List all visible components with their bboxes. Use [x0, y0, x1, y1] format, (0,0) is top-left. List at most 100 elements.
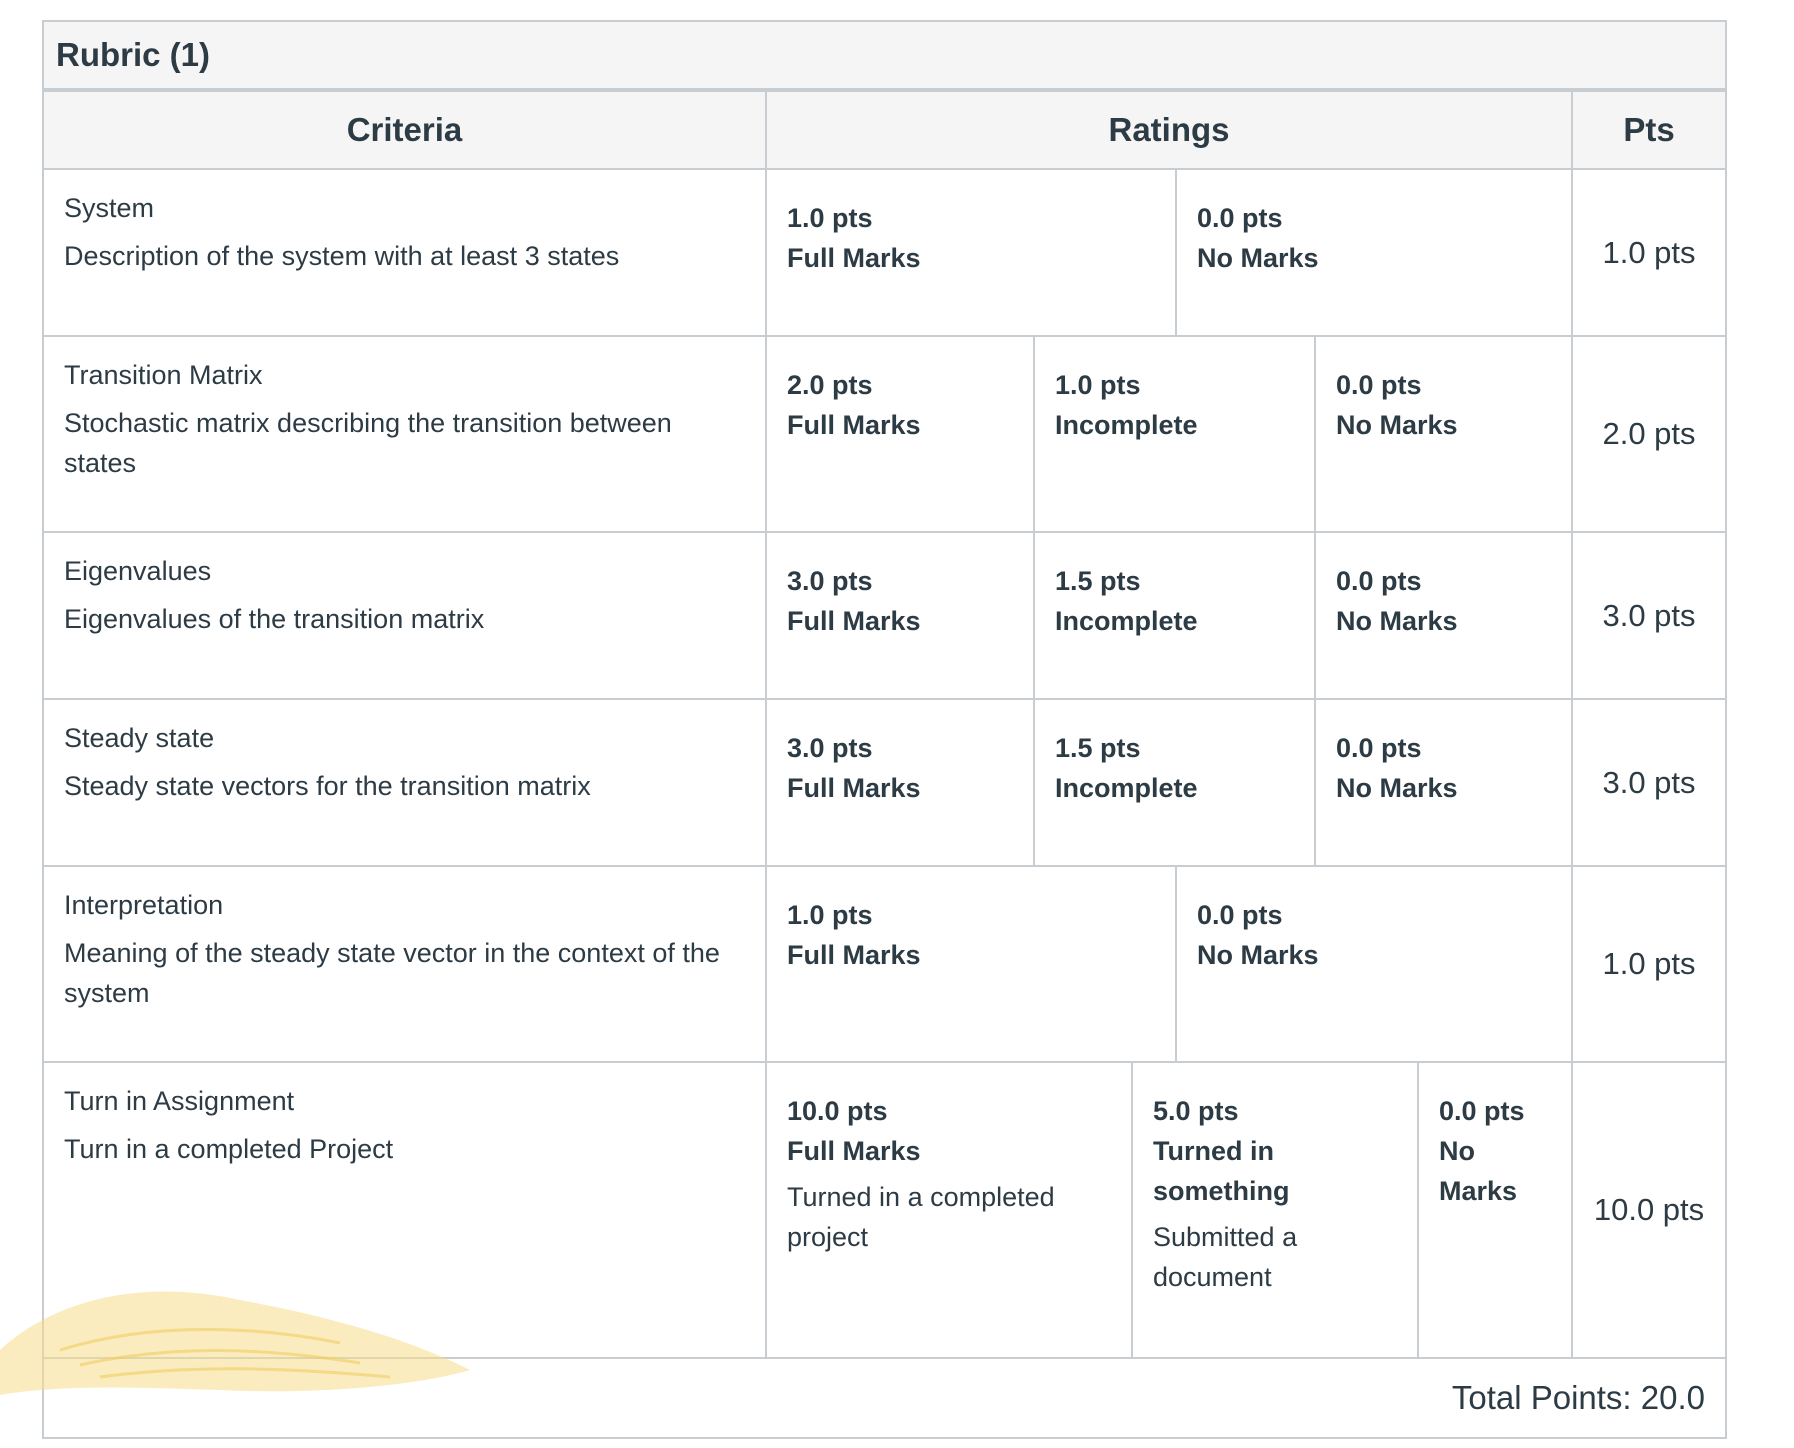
criterion-name: System — [64, 193, 155, 223]
ratings-group: 2.0 pts Full Marks 1.0 pts Incomplete 0.0 pt… — [767, 337, 1571, 531]
rating-option[interactable]: 5.0 pts Turned in something Submitted a do… — [1131, 1063, 1417, 1357]
criterion-row: Eigenvalues Eigenvalues of the transition… — [42, 531, 1727, 700]
criterion-description: Description of the system with at least … — [64, 241, 620, 271]
rating-option[interactable]: 1.5 pts Incomplete — [1033, 533, 1314, 698]
rating-label: No Marks — [1336, 606, 1458, 636]
rating-option[interactable]: 1.0 pts Full Marks — [767, 170, 1175, 335]
criterion-points: 3.0 pts — [1571, 531, 1727, 700]
criterion-cell: System Description of the system with at … — [42, 168, 767, 337]
rating-points: 0.0 pts — [1336, 733, 1422, 763]
criterion-description: Turn in a completed Project — [64, 1134, 394, 1164]
criterion-name: Transition Matrix — [64, 360, 263, 390]
rating-option[interactable]: 0.0 pts No Marks — [1314, 337, 1569, 531]
rating-points: 1.0 pts — [787, 203, 873, 233]
criterion-row: System Description of the system with at … — [42, 168, 1727, 337]
criterion-points: 2.0 pts — [1571, 335, 1727, 533]
rating-option[interactable]: 0.0 pts No Marks — [1314, 700, 1569, 865]
rating-label: Full Marks — [787, 410, 921, 440]
rating-label: No Marks — [1197, 243, 1319, 273]
pts-header: Pts — [1571, 90, 1727, 170]
criterion-points: 1.0 pts — [1571, 168, 1727, 337]
criterion-name: Steady state — [64, 723, 215, 753]
criterion-description: Stochastic matrix describing the transit… — [64, 408, 672, 478]
total-row: Total Points: 20.0 — [42, 1357, 1727, 1439]
criterion-cell: Interpretation Meaning of the steady stat… — [42, 865, 767, 1063]
rating-points: 1.5 pts — [1055, 566, 1141, 596]
rubric-title-bar: Rubric (1) — [42, 20, 1727, 90]
criterion-name: Eigenvalues — [64, 556, 212, 586]
rating-points: 0.0 pts — [1336, 370, 1422, 400]
rating-points: 0.0 pts — [1439, 1096, 1525, 1126]
criteria-header: Criteria — [42, 90, 767, 170]
ratings-cell: 1.0 pts Full Marks 0.0 pts No Marks — [765, 168, 1573, 337]
rating-label: Full Marks — [787, 773, 921, 803]
rating-label: No Marks — [1197, 940, 1319, 970]
ratings-group: 10.0 pts Full Marks Turned in a completed … — [767, 1063, 1571, 1357]
ratings-group: 1.0 pts Full Marks 0.0 pts No Marks — [767, 170, 1571, 335]
rating-option[interactable]: 2.0 pts Full Marks — [767, 337, 1033, 531]
rating-label: Full Marks — [787, 940, 921, 970]
rating-option[interactable]: 3.0 pts Full Marks — [767, 533, 1033, 698]
rating-points: 10.0 pts — [787, 1096, 888, 1126]
rating-option[interactable]: 0.0 pts No Marks — [1175, 170, 1569, 335]
criterion-points: 1.0 pts — [1571, 865, 1727, 1063]
rating-label: No Marks — [1439, 1136, 1518, 1206]
criterion-cell: Transition Matrix Stochastic matrix descr… — [42, 335, 767, 533]
ratings-header: Ratings — [765, 90, 1573, 170]
rating-option[interactable]: 0.0 pts No Marks — [1314, 533, 1569, 698]
rating-label: Incomplete — [1055, 410, 1198, 440]
rating-option[interactable]: 1.0 pts Full Marks — [767, 867, 1175, 1061]
rating-option[interactable]: 1.0 pts Incomplete — [1033, 337, 1314, 531]
rating-description: Turned in a completed project — [787, 1182, 1055, 1252]
rating-points: 0.0 pts — [1197, 203, 1283, 233]
rating-label: Full Marks — [787, 1136, 921, 1166]
rating-points: 3.0 pts — [787, 733, 873, 763]
ratings-group: 1.0 pts Full Marks 0.0 pts No Marks — [767, 867, 1571, 1061]
criterion-cell: Turn in Assignment Turn in a completed Pr… — [42, 1061, 767, 1359]
rating-label: No Marks — [1336, 410, 1458, 440]
criterion-description: Eigenvalues of the transition matrix — [64, 604, 485, 634]
rating-label: Full Marks — [787, 606, 921, 636]
rating-points: 0.0 pts — [1336, 566, 1422, 596]
rating-points: 5.0 pts — [1153, 1096, 1239, 1126]
rubric-table: Criteria Ratings Pts System Description o… — [42, 90, 1727, 1439]
rating-option[interactable]: 0.0 pts No Marks — [1175, 867, 1569, 1061]
rating-description: Submitted a document — [1153, 1222, 1298, 1292]
rating-points: 0.0 pts — [1197, 900, 1283, 930]
criterion-name: Interpretation — [64, 890, 224, 920]
ratings-cell: 3.0 pts Full Marks 1.5 pts Incomplete 0.0 pt… — [765, 698, 1573, 867]
rating-option[interactable]: 0.0 pts No Marks — [1417, 1063, 1569, 1357]
rubric-title: Rubric (1) — [56, 36, 211, 73]
total-points: Total Points: 20.0 — [42, 1357, 1727, 1439]
rating-option[interactable]: 3.0 pts Full Marks — [767, 700, 1033, 865]
ratings-cell: 2.0 pts Full Marks 1.0 pts Incomplete 0.0 pt… — [765, 335, 1573, 533]
ratings-cell: 10.0 pts Full Marks Turned in a completed … — [765, 1061, 1573, 1359]
rating-label: No Marks — [1336, 773, 1458, 803]
criterion-cell: Steady state Steady state vectors for the… — [42, 698, 767, 867]
rating-label: Incomplete — [1055, 773, 1198, 803]
criterion-description: Meaning of the steady state vector in th… — [64, 938, 720, 1008]
criterion-row: Transition Matrix Stochastic matrix descr… — [42, 335, 1727, 533]
criterion-points: 3.0 pts — [1571, 698, 1727, 867]
rating-label: Turned in something — [1153, 1136, 1290, 1206]
criterion-row: Steady state Steady state vectors for the… — [42, 698, 1727, 867]
ratings-group: 3.0 pts Full Marks 1.5 pts Incomplete 0.0 pt… — [767, 533, 1571, 698]
criterion-name: Turn in Assignment — [64, 1086, 295, 1116]
rating-label: Incomplete — [1055, 606, 1198, 636]
ratings-cell: 1.0 pts Full Marks 0.0 pts No Marks — [765, 865, 1573, 1063]
rubric-header-row: Criteria Ratings Pts — [42, 90, 1727, 170]
rating-option[interactable]: 1.5 pts Incomplete — [1033, 700, 1314, 865]
criterion-points: 10.0 pts — [1571, 1061, 1727, 1359]
ratings-cell: 3.0 pts Full Marks 1.5 pts Incomplete 0.0 pt… — [765, 531, 1573, 700]
rating-option[interactable]: 10.0 pts Full Marks Turned in a completed … — [767, 1063, 1131, 1357]
rating-points: 2.0 pts — [787, 370, 873, 400]
criterion-cell: Eigenvalues Eigenvalues of the transition… — [42, 531, 767, 700]
rubric-container: Rubric (1) Criteria Ratings Pts System De… — [42, 20, 1727, 1439]
criterion-row: Interpretation Meaning of the steady stat… — [42, 865, 1727, 1063]
rating-points: 1.0 pts — [787, 900, 873, 930]
rating-points: 1.0 pts — [1055, 370, 1141, 400]
rating-points: 3.0 pts — [787, 566, 873, 596]
criterion-row: Turn in Assignment Turn in a completed Pr… — [42, 1061, 1727, 1359]
rating-points: 1.5 pts — [1055, 733, 1141, 763]
criterion-description: Steady state vectors for the transition … — [64, 771, 591, 801]
